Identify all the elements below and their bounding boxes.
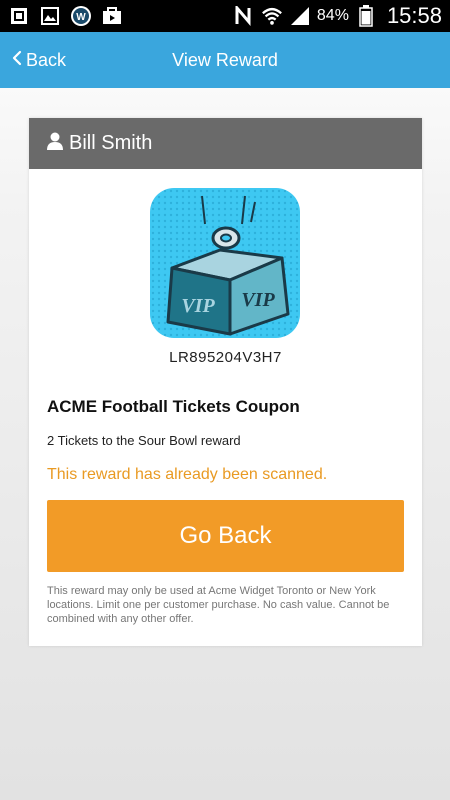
battery-icon bbox=[355, 5, 377, 27]
fine-print: This reward may only be used at Acme Wid… bbox=[47, 585, 390, 625]
status-bar: W 84% 15:58 bbox=[0, 0, 450, 32]
gallery-icon bbox=[8, 6, 30, 26]
page-title: View Reward bbox=[172, 49, 278, 70]
wifi-icon bbox=[261, 6, 283, 26]
vip-label-left: VIP bbox=[181, 295, 215, 317]
svg-text:W: W bbox=[76, 12, 86, 23]
back-button[interactable]: Back bbox=[12, 32, 66, 88]
back-label: Back bbox=[26, 49, 67, 70]
briefcase-icon bbox=[101, 6, 123, 26]
nfc-icon bbox=[233, 6, 255, 26]
reward-image: VIP VIP bbox=[150, 188, 300, 338]
status-message: This reward has already been scanned. bbox=[47, 466, 328, 483]
user-name: Bill Smith bbox=[69, 132, 153, 154]
status-bar-right-icons: 84% 15:58 bbox=[233, 3, 442, 29]
status-bar-left-icons: W bbox=[8, 6, 123, 26]
chevron-left-icon bbox=[12, 50, 22, 71]
vip-label-right: VIP bbox=[241, 289, 275, 311]
card-header: Bill Smith bbox=[29, 118, 422, 169]
app-w-icon: W bbox=[70, 6, 92, 26]
user-icon bbox=[47, 132, 63, 155]
nav-bar: Back View Reward bbox=[0, 32, 450, 88]
reward-code: LR895204V3H7 bbox=[169, 349, 282, 366]
go-back-button[interactable]: Go Back bbox=[47, 500, 404, 572]
reward-title: ACME Football Tickets Coupon bbox=[47, 397, 300, 416]
battery-percent: 84% bbox=[316, 7, 349, 24]
clock: 15:58 bbox=[386, 3, 442, 28]
image-icon bbox=[39, 6, 61, 26]
signal-icon bbox=[289, 6, 311, 26]
reward-card: Bill Smith VIP VIP LR895204V3H7 ACME Foo… bbox=[29, 118, 422, 646]
reward-description: 2 Tickets to the Sour Bowl reward bbox=[47, 433, 241, 448]
